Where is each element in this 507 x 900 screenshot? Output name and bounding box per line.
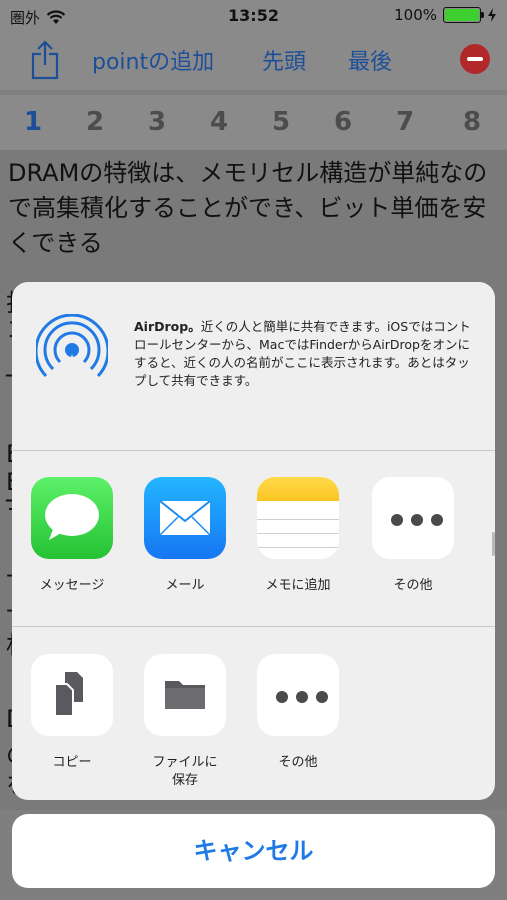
page-tab-3[interactable]: 3 [148, 107, 166, 137]
copy-icon [31, 654, 113, 736]
first-button[interactable]: 先頭 [262, 44, 306, 76]
mail-icon [144, 477, 226, 559]
save-to-files-button[interactable]: ファイルに 保存 [140, 654, 230, 790]
remove-icon[interactable] [460, 44, 490, 74]
page-tab-1[interactable]: 1 [24, 107, 42, 137]
add-to-notes-button[interactable]: メモに追加 [253, 477, 343, 595]
page-tab-7[interactable]: 7 [396, 107, 414, 137]
more-apps-button[interactable]: その他 [368, 477, 458, 595]
add-point-button[interactable]: pointの追加 [92, 44, 214, 76]
airdrop-title: AirDrop。 [134, 319, 201, 334]
messages-button[interactable]: メッセージ [27, 477, 117, 595]
add-to-notes-label: メモに追加 [265, 578, 331, 593]
battery-icon [443, 7, 484, 23]
folder-icon [144, 654, 226, 736]
notes-icon [257, 477, 339, 559]
last-button[interactable]: 最後 [348, 44, 392, 76]
share-sheet: AirDrop。近くの人と簡単に共有できます。iOSではコントロールセンターから… [12, 282, 495, 800]
page-tab-8[interactable]: 8 [463, 107, 481, 137]
messages-icon [31, 477, 113, 559]
more-icon [372, 477, 454, 559]
airdrop-description: AirDrop。近くの人と簡単に共有できます。iOSではコントロールセンターから… [134, 318, 474, 390]
mail-label: メール [165, 578, 205, 593]
divider [12, 450, 495, 451]
more-apps-label: その他 [393, 578, 433, 593]
more-actions-button[interactable]: その他 [253, 654, 343, 772]
airdrop-section[interactable]: AirDrop。近くの人と簡単に共有できます。iOSではコントロールセンターから… [12, 282, 495, 450]
share-icon[interactable] [28, 40, 62, 80]
copy-label: コピー [52, 755, 92, 770]
page-tab-4[interactable]: 4 [210, 107, 228, 137]
messages-label: メッセージ [39, 578, 105, 593]
more-actions-label: その他 [278, 755, 318, 770]
toolbar: pointの追加 先頭 最後 [0, 30, 507, 90]
status-bar: 圏外 13:52 100% [0, 0, 507, 30]
content-paragraph: DRAMの特徴は、メモリセル構造が単純なので高集積化することができ、ビット単価を… [8, 159, 488, 257]
page-tabs: 1 2 3 4 5 6 7 8 [0, 95, 507, 150]
mail-button[interactable]: メール [140, 477, 230, 595]
more-icon [257, 654, 339, 736]
cancel-button[interactable]: キャンセル [12, 814, 495, 888]
page-tab-6[interactable]: 6 [334, 107, 352, 137]
divider [12, 626, 495, 627]
copy-button[interactable]: コピー [27, 654, 117, 772]
page-tab-2[interactable]: 2 [86, 107, 104, 137]
save-to-files-label: ファイルに 保存 [152, 755, 218, 788]
scroll-indicator [492, 532, 495, 556]
page-tab-5[interactable]: 5 [272, 107, 290, 137]
charging-icon [488, 8, 496, 22]
battery-percent: 100% [394, 6, 437, 24]
airdrop-icon [36, 314, 108, 384]
